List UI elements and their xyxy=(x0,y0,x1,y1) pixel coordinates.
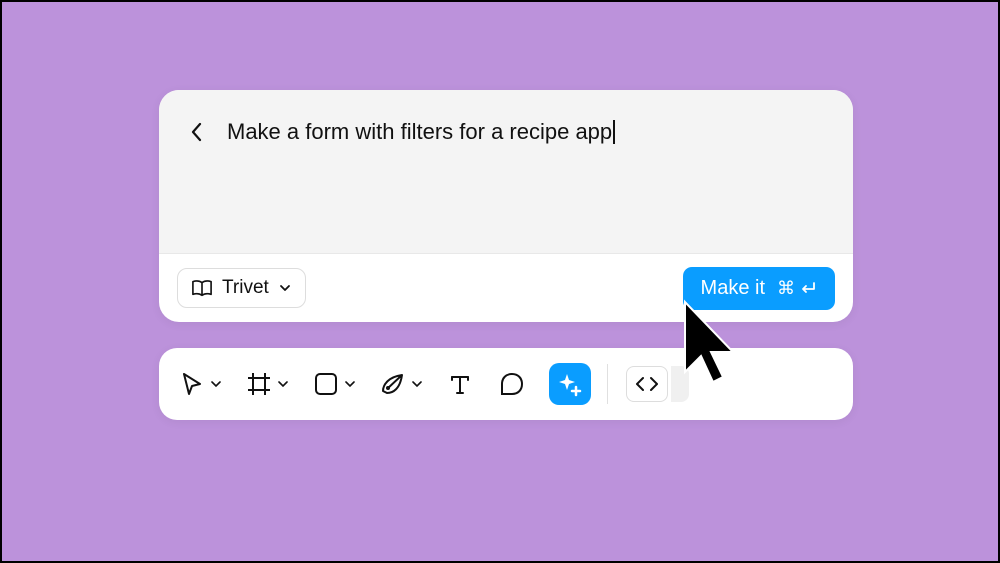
pen-icon xyxy=(379,371,407,397)
chevron-down-icon xyxy=(279,282,291,294)
make-it-label: Make it xyxy=(701,277,765,300)
project-selector[interactable]: Trivet xyxy=(177,268,306,308)
select-icon xyxy=(180,371,204,397)
frame-dropdown[interactable] xyxy=(277,378,289,390)
project-name: Trivet xyxy=(222,277,269,299)
shape-tool[interactable] xyxy=(311,369,341,399)
frame-icon xyxy=(246,371,272,397)
text-tool[interactable] xyxy=(445,369,475,399)
comment-icon xyxy=(499,371,525,397)
chevron-down-icon xyxy=(278,380,288,388)
code-icon xyxy=(635,376,659,392)
chevron-down-icon xyxy=(412,380,422,388)
select-tool[interactable] xyxy=(177,369,207,399)
chevron-down-icon xyxy=(211,380,221,388)
prompt-footer: Trivet Make it ⌘ xyxy=(159,254,853,322)
back-button[interactable] xyxy=(189,120,205,144)
book-icon xyxy=(192,279,212,297)
text-tool-group xyxy=(445,369,475,399)
pen-dropdown[interactable] xyxy=(411,378,423,390)
pen-tool-group xyxy=(378,369,423,399)
select-tool-group xyxy=(177,369,222,399)
comment-tool[interactable] xyxy=(497,369,527,399)
chevron-left-icon xyxy=(191,122,203,142)
prompt-input-area[interactable]: Make a form with filters for a recipe ap… xyxy=(159,90,853,254)
dev-mode-section xyxy=(626,366,689,402)
sparkle-plus-icon xyxy=(557,371,583,397)
pen-tool[interactable] xyxy=(378,369,408,399)
keyboard-shortcut: ⌘ xyxy=(777,278,817,299)
dev-mode-button[interactable] xyxy=(626,366,668,402)
shape-tool-group xyxy=(311,369,356,399)
frame-tool[interactable] xyxy=(244,369,274,399)
dev-mode-toggle[interactable] xyxy=(671,366,689,402)
ai-tool-button[interactable] xyxy=(549,363,591,405)
make-it-button[interactable]: Make it ⌘ xyxy=(683,267,835,310)
prompt-text[interactable]: Make a form with filters for a recipe ap… xyxy=(227,118,615,147)
text-icon xyxy=(448,372,472,396)
frame-tool-group xyxy=(244,369,289,399)
comment-tool-group xyxy=(497,369,527,399)
shape-dropdown[interactable] xyxy=(344,378,356,390)
enter-icon xyxy=(799,281,817,295)
prompt-card: Make a form with filters for a recipe ap… xyxy=(159,90,853,322)
prompt-text-content: Make a form with filters for a recipe ap… xyxy=(227,119,612,144)
chevron-down-icon xyxy=(345,380,355,388)
text-cursor xyxy=(613,120,615,144)
toolbar-divider xyxy=(607,364,608,404)
select-dropdown[interactable] xyxy=(210,378,222,390)
toolbar xyxy=(159,348,853,420)
rectangle-icon xyxy=(313,371,339,397)
